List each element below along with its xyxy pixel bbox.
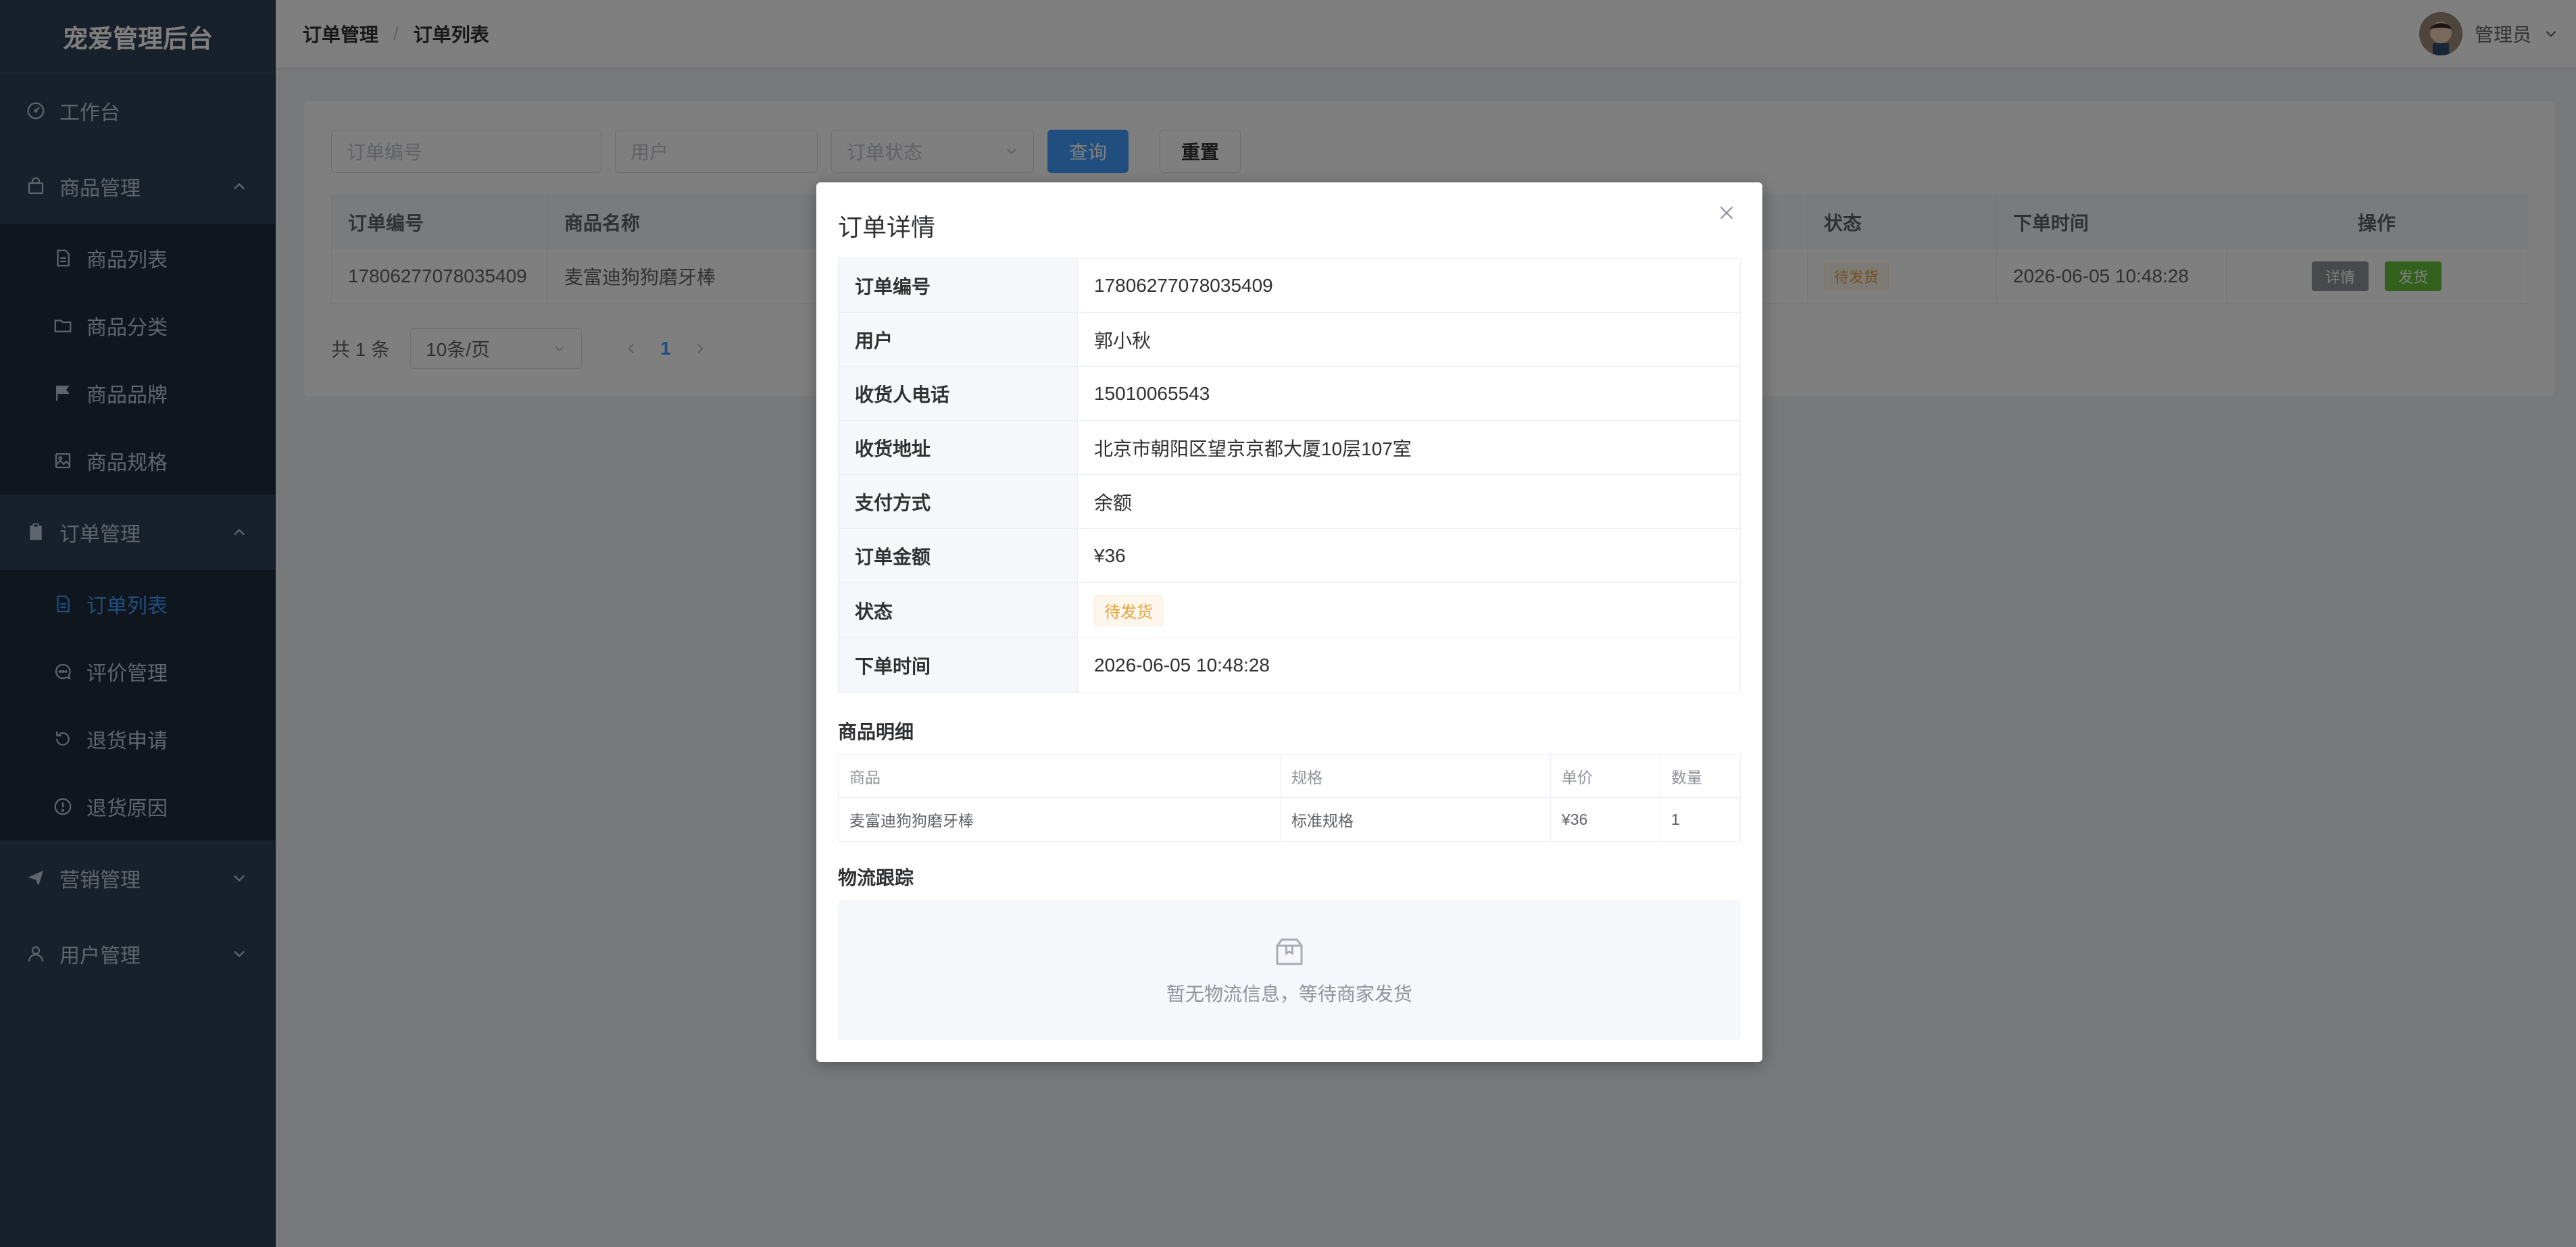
- items-column-header: 商品: [839, 755, 1281, 797]
- dialog-title: 订单详情: [838, 213, 936, 241]
- desc-label: 用户: [839, 313, 1078, 366]
- items-column-header: 规格: [1281, 755, 1551, 797]
- desc-value: ¥36: [1094, 544, 1126, 566]
- desc-label: 支付方式: [839, 475, 1078, 528]
- desc-row: 下单时间 2026-06-05 10:48:28: [839, 638, 1740, 692]
- order-detail-dialog: 订单详情 订单编号 17806277078035409 用户 郭小秋 收货人电话…: [816, 182, 1762, 1062]
- desc-row: 用户 郭小秋: [839, 313, 1740, 367]
- status-badge: 待发货: [1094, 594, 1163, 626]
- desc-value: 2026-06-05 10:48:28: [1094, 655, 1270, 676]
- items-column-header: 数量: [1671, 768, 1702, 786]
- desc-row: 支付方式 余额: [839, 475, 1740, 529]
- desc-label: 订单金额: [839, 529, 1078, 582]
- desc-label: 收货人电话: [839, 367, 1078, 420]
- desc-row: 收货人电话 15010065543: [839, 367, 1740, 421]
- items-table: 商品 规格 单价 数量 麦富迪狗狗磨牙棒 标准规格 ¥36 1: [838, 754, 1741, 842]
- item-price-cell: ¥36: [1551, 798, 1660, 841]
- table-row: 麦富迪狗狗磨牙棒 标准规格 ¥36 1: [839, 798, 1740, 841]
- desc-value: 15010065543: [1094, 382, 1210, 404]
- close-icon[interactable]: [1715, 201, 1738, 224]
- logistics-empty-text: 暂无物流信息，等待商家发货: [1166, 984, 1412, 1004]
- item-spec-cell: 标准规格: [1281, 798, 1551, 841]
- desc-row: 收货地址 北京市朝阳区望京京都大厦10层107室: [839, 421, 1740, 475]
- desc-label: 下单时间: [839, 638, 1078, 692]
- item-name-cell: 麦富迪狗狗磨牙棒: [839, 798, 1281, 841]
- items-section-title: 商品明细: [838, 721, 914, 742]
- desc-row: 订单金额 ¥36: [839, 529, 1740, 583]
- desc-value: 郭小秋: [1094, 330, 1151, 351]
- desc-value: 余额: [1094, 492, 1133, 513]
- desc-label: 订单编号: [839, 259, 1078, 312]
- box-icon: [1276, 938, 1303, 965]
- desc-value: 北京市朝阳区望京京都大厦10层107室: [1094, 438, 1412, 459]
- items-column-header: 单价: [1551, 755, 1660, 797]
- logistics-section-title: 物流跟踪: [838, 867, 914, 888]
- desc-row: 订单编号 17806277078035409: [839, 259, 1740, 313]
- items-header-row: 商品 规格 单价 数量: [839, 755, 1740, 798]
- desc-label: 收货地址: [839, 421, 1078, 474]
- item-qty-cell: 1: [1671, 810, 1680, 828]
- order-descriptions: 订单编号 17806277078035409 用户 郭小秋 收货人电话 1501…: [838, 258, 1741, 693]
- logistics-empty: 暂无物流信息，等待商家发货: [838, 900, 1741, 1040]
- desc-value: 17806277078035409: [1094, 274, 1273, 296]
- desc-label: 状态: [839, 583, 1078, 638]
- desc-value: 待发货: [1078, 583, 1740, 638]
- desc-row: 状态 待发货: [839, 583, 1740, 638]
